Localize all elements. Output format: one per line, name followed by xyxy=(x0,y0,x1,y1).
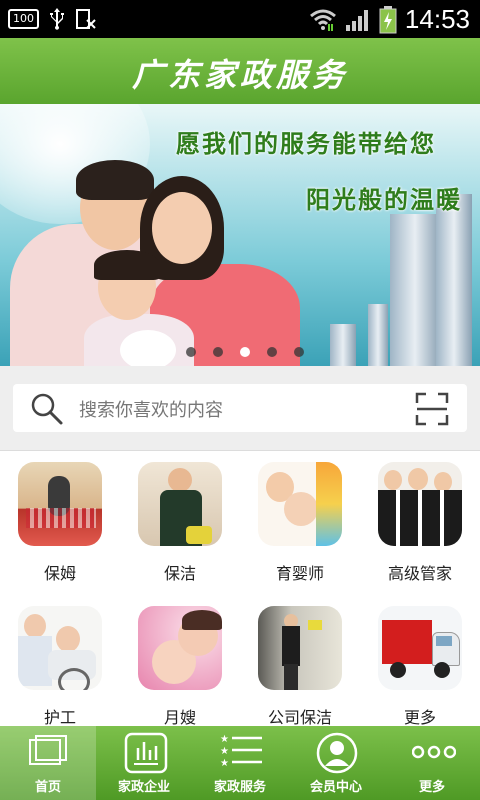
category-label: 高级管家 xyxy=(387,564,452,583)
category-label: 月嫂 xyxy=(163,708,196,727)
notification-count-icon: 100 xyxy=(8,9,39,29)
tab-home[interactable]: 首页 xyxy=(0,726,96,800)
category-more[interactable]: 更多 xyxy=(360,596,480,727)
carousel-indicator xyxy=(186,347,304,357)
category-label: 保洁 xyxy=(163,564,196,583)
category-maternity-nurse[interactable]: 月嫂 xyxy=(120,596,240,727)
member-icon xyxy=(316,732,358,774)
svg-text:★: ★ xyxy=(220,746,229,757)
search-section: 搜索你喜欢的内容 xyxy=(0,366,480,451)
carousel-dot[interactable] xyxy=(267,347,277,357)
office-cleaning-photo-icon xyxy=(258,606,342,690)
carousel-dot-active[interactable] xyxy=(240,347,250,357)
cleaner-photo-icon xyxy=(138,462,222,546)
service-list-icon: ★★★ xyxy=(220,734,262,769)
carousel-dot[interactable] xyxy=(186,347,196,357)
search-input[interactable]: 搜索你喜欢的内容 xyxy=(13,384,467,432)
category-nanny[interactable]: 保姆 xyxy=(0,452,120,583)
debug-icon xyxy=(76,9,96,29)
category-butler[interactable]: 高级管家 xyxy=(360,452,480,583)
more-icon xyxy=(412,745,456,759)
maternity-nurse-photo-icon xyxy=(138,606,222,690)
wifi-icon xyxy=(309,9,336,31)
truck-photo-icon xyxy=(378,606,462,690)
category-childcare[interactable]: 育婴师 xyxy=(240,452,360,583)
carousel-dot[interactable] xyxy=(213,347,223,357)
caregiver-photo-icon xyxy=(18,606,102,690)
status-bar: 100 14:53 xyxy=(0,0,480,38)
app-header: 广东家政服务 xyxy=(0,38,480,106)
clock: 14:53 xyxy=(404,4,470,34)
battery-icon xyxy=(379,5,397,33)
tab-more[interactable]: 更多 xyxy=(384,726,480,800)
page-title: 广东家政服务 xyxy=(131,56,348,94)
tab-label: 首页 xyxy=(34,780,61,795)
banner-slogan-line2: 阳光般的温暖 xyxy=(306,186,462,214)
skyscraper xyxy=(368,304,388,366)
childcare-photo-icon xyxy=(258,462,342,546)
category-office-cleaning[interactable]: 公司保洁 xyxy=(240,596,360,727)
category-label: 更多 xyxy=(403,708,436,727)
banner-carousel[interactable]: 愿我们的服务能带给您 阳光般的温暖 xyxy=(0,104,480,366)
butler-photo-icon xyxy=(378,462,462,546)
tab-companies[interactable]: 家政企业 xyxy=(96,726,192,800)
category-label: 护工 xyxy=(43,708,76,727)
skyscraper xyxy=(436,194,472,366)
category-label: 公司保洁 xyxy=(267,708,332,727)
nanny-photo-icon xyxy=(18,462,102,546)
category-caregiver[interactable]: 护工 xyxy=(0,596,120,727)
category-label: 育婴师 xyxy=(275,564,324,583)
svg-text:★: ★ xyxy=(220,758,229,769)
scan-icon[interactable] xyxy=(415,392,449,426)
usb-icon xyxy=(50,8,64,30)
tab-member-center[interactable]: 会员中心 xyxy=(288,726,384,800)
skyscraper xyxy=(330,324,356,366)
category-cleaning[interactable]: 保洁 xyxy=(120,452,240,583)
carousel-dot[interactable] xyxy=(294,347,304,357)
bottom-tab-bar: 首页 家政企业 ★ ★ ★ 家政服务 会员中心 更多 xyxy=(0,726,480,800)
tab-label: 家政企业 xyxy=(117,780,170,795)
tab-label: 家政服务 xyxy=(213,780,266,795)
banner-slogan-line1: 愿我们的服务能带给您 xyxy=(176,130,436,158)
tab-label: 更多 xyxy=(418,780,445,795)
home-icon xyxy=(29,735,67,765)
signal-icon xyxy=(345,9,368,31)
company-icon xyxy=(124,732,168,774)
svg-text:★: ★ xyxy=(220,734,229,745)
skyscraper xyxy=(390,214,440,366)
tab-label: 会员中心 xyxy=(309,780,362,795)
search-icon[interactable] xyxy=(29,392,65,426)
tab-services[interactable]: ★ ★ ★ 家政服务 xyxy=(192,726,288,800)
category-label: 保姆 xyxy=(43,564,76,583)
search-placeholder: 搜索你喜欢的内容 xyxy=(79,400,223,421)
